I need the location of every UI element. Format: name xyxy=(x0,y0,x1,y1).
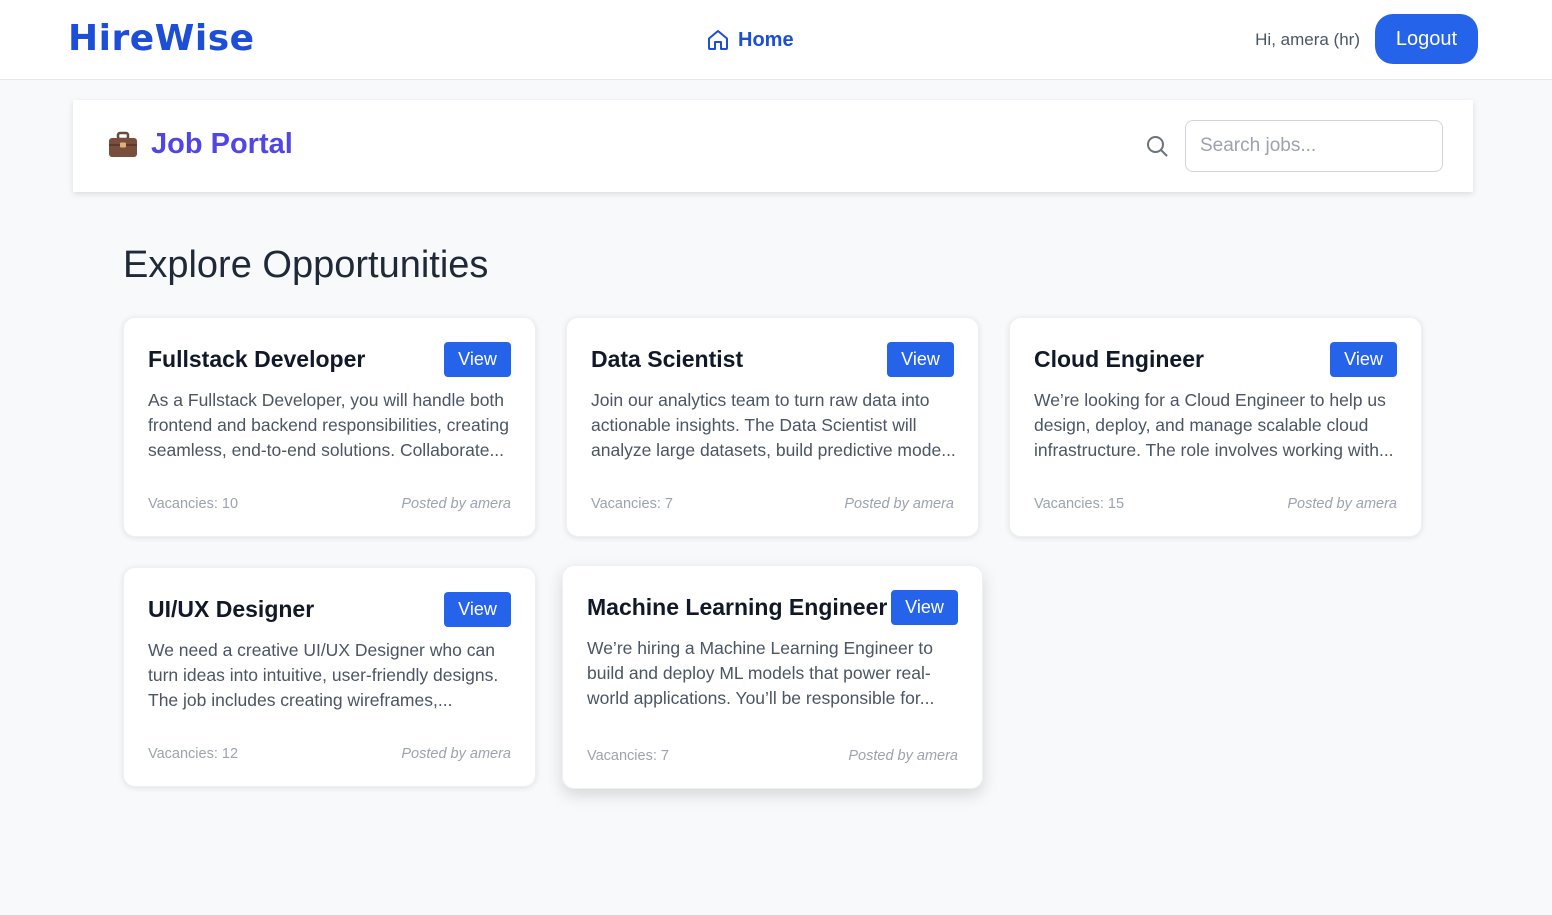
job-card: UI/UX Designer View We need a creative U… xyxy=(123,567,536,787)
job-posted-by: Posted by amera xyxy=(844,496,954,512)
job-vacancies: Vacancies: 10 xyxy=(148,496,239,512)
user-greeting: Hi, amera (hr) xyxy=(1255,30,1360,49)
search-jobs-input[interactable] xyxy=(1185,120,1443,172)
job-vacancies: Vacancies: 7 xyxy=(587,748,669,764)
view-job-button[interactable]: View xyxy=(891,590,958,625)
job-card: Fullstack Developer View As a Fullstack … xyxy=(123,317,536,537)
job-card: Machine Learning Engineer View We’re hir… xyxy=(562,565,983,789)
nav-home-link[interactable]: Home xyxy=(706,26,794,54)
view-job-button[interactable]: View xyxy=(887,342,954,377)
nav-home-label: Home xyxy=(738,28,794,51)
job-description: We’re looking for a Cloud Engineer to he… xyxy=(1034,390,1394,460)
job-description: We’re hiring a Machine Learning Engineer… xyxy=(587,638,935,708)
job-description: As a Fullstack Developer, you will handl… xyxy=(148,390,509,460)
job-title: UI/UX Designer xyxy=(148,596,315,622)
section-title: Explore Opportunities xyxy=(123,244,489,286)
view-job-button[interactable]: View xyxy=(444,592,511,627)
job-title: Machine Learning Engineer xyxy=(587,594,888,620)
job-posted-by: Posted by amera xyxy=(1287,496,1397,512)
briefcase-icon xyxy=(109,131,137,157)
job-vacancies: Vacancies: 15 xyxy=(1034,496,1125,512)
job-posted-by: Posted by amera xyxy=(401,746,511,762)
job-title: Fullstack Developer xyxy=(148,346,366,372)
job-description: Join our analytics team to turn raw data… xyxy=(591,390,956,460)
portal-header: Job Portal xyxy=(73,100,1473,192)
job-vacancies: Vacancies: 12 xyxy=(148,746,239,762)
job-title: Cloud Engineer xyxy=(1034,346,1204,372)
job-posted-by: Posted by amera xyxy=(401,496,511,512)
top-navbar: HireWise Home Hi, amera (hr) Logout xyxy=(0,0,1552,80)
job-title: Data Scientist xyxy=(591,346,744,372)
search-icon[interactable] xyxy=(1145,134,1169,158)
job-posted-by: Posted by amera xyxy=(848,748,958,764)
job-vacancies: Vacancies: 7 xyxy=(591,496,673,512)
job-card: Data Scientist View Join our analytics t… xyxy=(566,317,979,537)
portal-title: Job Portal xyxy=(151,128,293,160)
view-job-button[interactable]: View xyxy=(444,342,511,377)
job-card: Cloud Engineer View We’re looking for a … xyxy=(1009,317,1422,537)
home-icon xyxy=(708,30,728,50)
logout-button[interactable]: Logout xyxy=(1375,14,1478,64)
brand-logo[interactable]: HireWise xyxy=(68,18,255,59)
portal-title-group: Job Portal xyxy=(107,128,293,161)
job-description: We need a creative UI/UX Designer who ca… xyxy=(148,640,499,710)
view-job-button[interactable]: View xyxy=(1330,342,1397,377)
